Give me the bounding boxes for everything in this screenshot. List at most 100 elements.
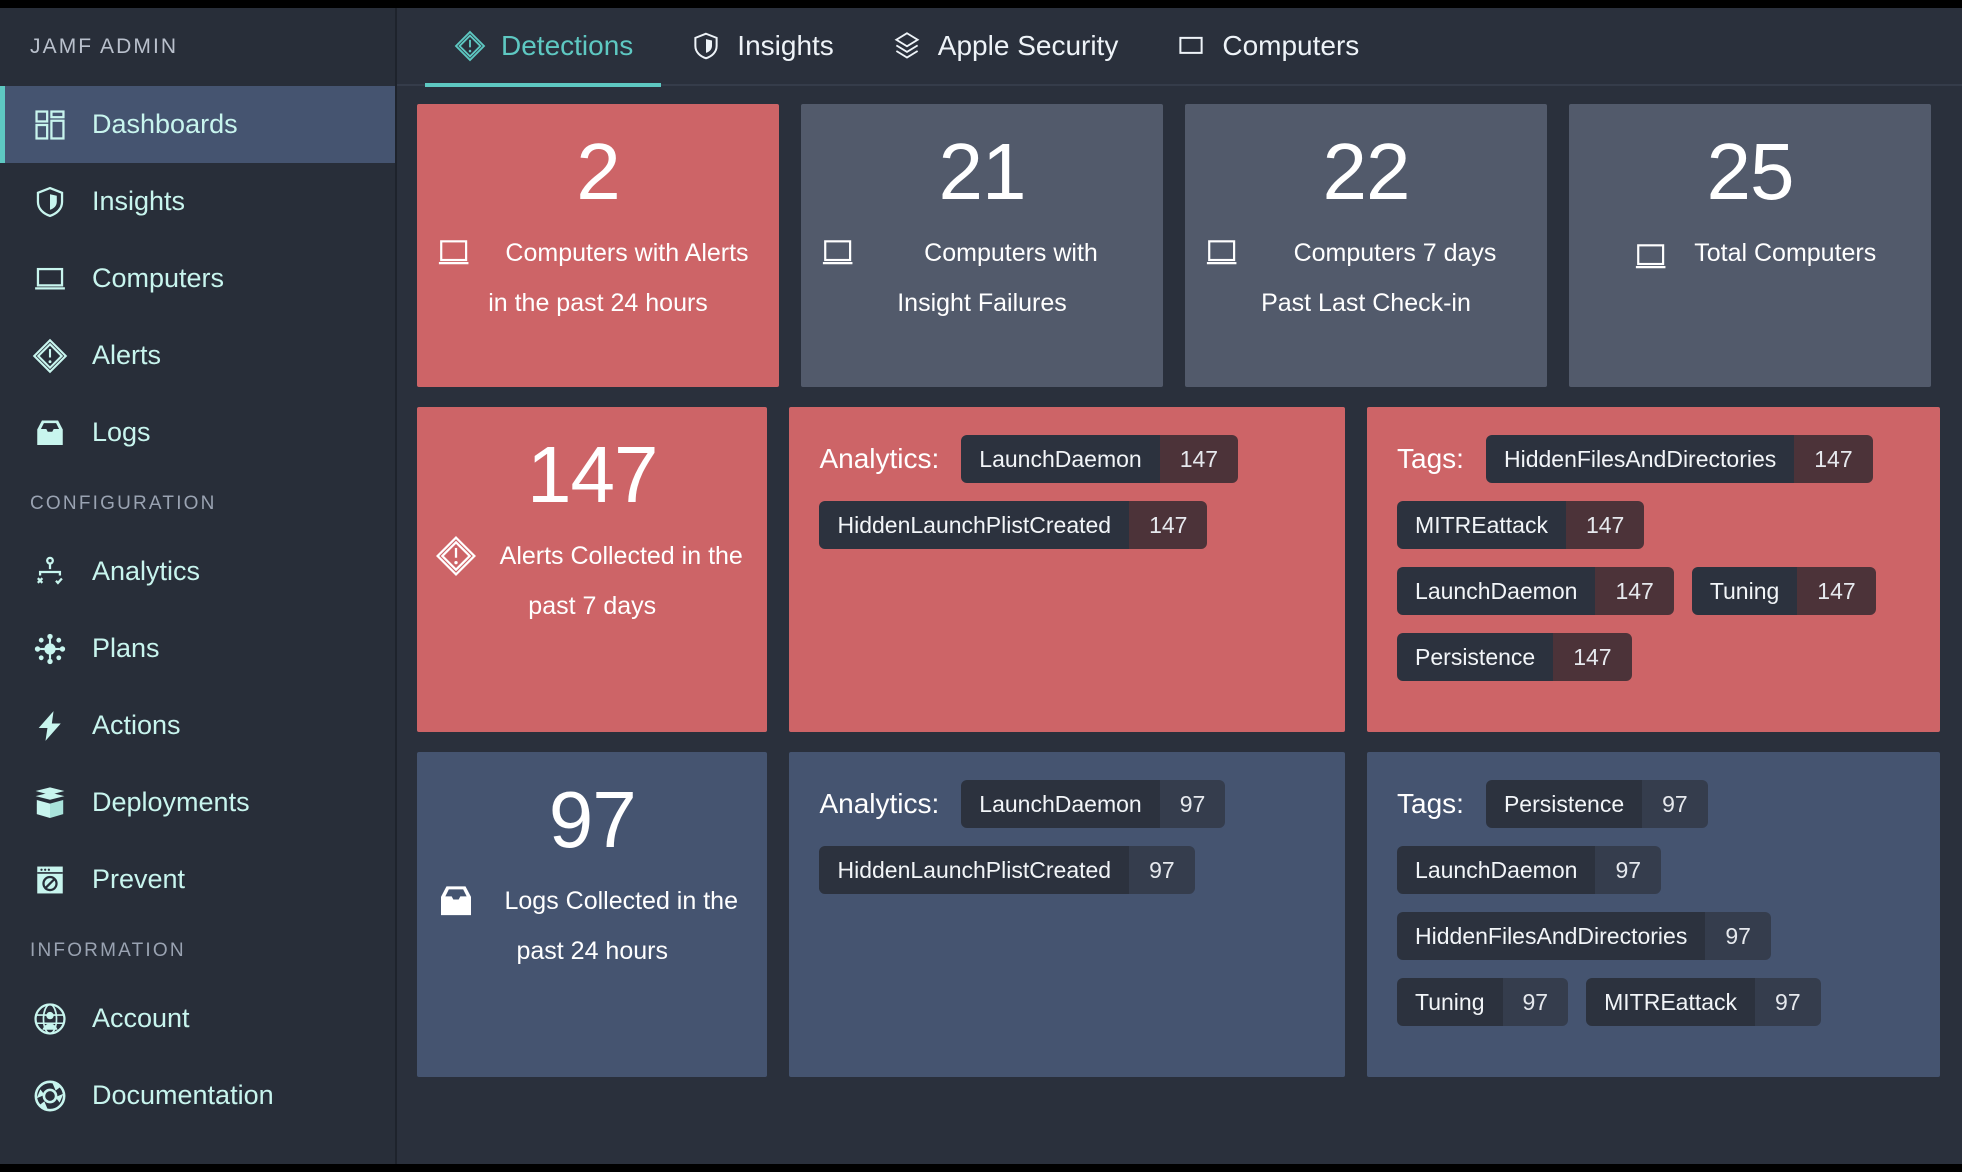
sidebar-item-label: Insights	[92, 186, 186, 216]
tag-chip[interactable]: HiddenFilesAndDirectories 97	[1397, 912, 1771, 960]
sidebar-item-actions[interactable]: Actions	[0, 687, 395, 764]
tag-chip[interactable]: LaunchDaemon 97	[1397, 846, 1662, 894]
chip-label: HiddenLaunchPlistCreated	[819, 846, 1130, 894]
chip-count: 147	[1794, 435, 1873, 483]
sidebar-item-label: Documentation	[92, 1080, 274, 1110]
tab-label: Detections	[501, 30, 634, 61]
sidebar-item-account[interactable]: Account	[0, 980, 395, 1057]
sidebar: JAMF ADMIN Dashboards Insights Computers…	[0, 8, 397, 1164]
sidebar-item-deployments[interactable]: Deployments	[0, 764, 395, 841]
chip-count: 147	[1159, 435, 1239, 483]
alerts-analytics-panel: Analytics: LaunchDaemon 147 HiddenLaunch…	[789, 407, 1346, 732]
sidebar-item-computers[interactable]: Computers	[0, 240, 395, 317]
stat-line-2: in the past 24 hours	[488, 289, 708, 317]
tab-label: Apple Security	[937, 30, 1119, 61]
stat-line-1: Computers with Alerts	[505, 239, 749, 267]
tag-chip[interactable]: Tuning 97	[1397, 978, 1569, 1026]
sidebar-item-label: Plans	[92, 633, 160, 663]
stat-card-computers-with-alerts[interactable]: 2 Computers with Alerts in the past 24 h…	[417, 104, 779, 387]
metric-description: Logs Collected in the past 24 hours	[417, 876, 767, 976]
tags-label: Tags:	[1397, 788, 1464, 819]
chip-count: 147	[1565, 501, 1645, 549]
logs-tray-icon	[30, 413, 70, 453]
metric-line-2: past 24 hours	[516, 937, 668, 965]
sidebar-item-plans[interactable]: Plans	[0, 610, 395, 687]
stat-card-row: 2 Computers with Alerts in the past 24 h…	[417, 104, 1940, 387]
sidebar-item-alerts[interactable]: Alerts	[0, 317, 395, 394]
stat-card-total-computers[interactable]: 25 Total Computers	[1569, 104, 1931, 387]
chip-count: 147	[1797, 567, 1876, 615]
tag-chip[interactable]: Tuning 147	[1691, 567, 1876, 615]
prevent-block-icon	[30, 860, 70, 900]
tab-apple-security[interactable]: Apple Security	[862, 8, 1147, 85]
stat-description: Computers with Insight Failures	[801, 228, 1163, 328]
alert-diamond-icon	[435, 536, 477, 576]
app-window: JAMF ADMIN Dashboards Insights Computers…	[0, 8, 1962, 1164]
stat-description: Total Computers	[1569, 228, 1931, 278]
sidebar-section-configuration: CONFIGURATION	[30, 493, 217, 514]
alerts-row: 147 Alerts Collected in the past 7 days	[417, 407, 1941, 732]
stat-card-past-last-checkin[interactable]: 22 Computers 7 days Past Last Check-in	[1185, 104, 1547, 387]
bolt-icon	[30, 706, 70, 746]
logs-analytics-panel: Analytics: LaunchDaemon 97 HiddenLaunchP…	[789, 752, 1346, 1077]
chip-count: 147	[1553, 633, 1632, 681]
logs-tags-panel: Tags: Persistence 97 LaunchDaemon 97 Hid…	[1367, 752, 1941, 1077]
chip-label: HiddenFilesAndDirectories	[1485, 435, 1795, 483]
metric-card-logs-collected[interactable]: 97 Logs Collected in the past 24 hours	[417, 752, 768, 1077]
chip-label: MITREattack	[1586, 978, 1756, 1026]
tag-chip[interactable]: Persistence 147	[1397, 633, 1632, 681]
stat-line-1: Computers 7 days	[1293, 239, 1497, 267]
sidebar-item-dashboards[interactable]: Dashboards	[0, 86, 395, 163]
sidebar-item-label: Computers	[92, 263, 225, 293]
stat-description: Computers 7 days Past Last Check-in	[1185, 228, 1547, 328]
sidebar-item-analytics[interactable]: Analytics	[0, 533, 395, 610]
laptop-icon	[1174, 29, 1208, 63]
main-content: Detections Insights Apple Security Compu…	[397, 8, 1962, 1164]
sidebar-item-label: Deployments	[92, 787, 250, 817]
tab-label: Insights	[737, 30, 834, 61]
tab-insights[interactable]: Insights	[661, 8, 862, 85]
tag-chip[interactable]: HiddenFilesAndDirectories 147	[1485, 435, 1873, 483]
sidebar-item-documentation[interactable]: Documentation	[0, 1057, 395, 1134]
sidebar-item-label: Prevent	[92, 864, 186, 894]
chip-label: MITREattack	[1397, 501, 1566, 549]
sidebar-item-label: Dashboards	[92, 109, 238, 139]
logs-tray-icon	[435, 881, 477, 921]
metric-description: Alerts Collected in the past 7 days	[417, 531, 767, 631]
tab-detections[interactable]: Detections	[425, 8, 662, 87]
chip-label: Persistence	[1397, 633, 1554, 681]
analytics-chip[interactable]: LaunchDaemon 147	[961, 435, 1239, 483]
sidebar-item-label: Alerts	[92, 340, 162, 370]
analytics-chip[interactable]: HiddenLaunchPlistCreated 97	[819, 846, 1195, 894]
chip-count: 97	[1705, 912, 1771, 960]
sidebar-item-label: Analytics	[92, 556, 201, 586]
chip-label: Tuning	[1691, 567, 1798, 615]
tag-chip[interactable]: MITREattack 147	[1397, 501, 1645, 549]
laptop-icon	[435, 233, 477, 273]
sidebar-item-prevent[interactable]: Prevent	[0, 841, 395, 918]
chip-label: HiddenLaunchPlistCreated	[819, 501, 1130, 549]
tag-chip[interactable]: LaunchDaemon 147	[1397, 567, 1674, 615]
alerts-tags-panel: Tags: HiddenFilesAndDirectories 147 MITR…	[1367, 407, 1941, 732]
sidebar-item-logs[interactable]: Logs	[0, 394, 395, 471]
analytics-chip[interactable]: LaunchDaemon 97	[961, 780, 1226, 828]
shield-icon	[689, 29, 723, 63]
metric-card-alerts-collected[interactable]: 147 Alerts Collected in the past 7 days	[417, 407, 768, 732]
chip-label: LaunchDaemon	[1397, 846, 1596, 894]
chip-count: 97	[1129, 846, 1195, 894]
tag-chip[interactable]: MITREattack 97	[1586, 978, 1821, 1026]
sidebar-item-label: Actions	[92, 710, 181, 740]
stat-line-2: Past Last Check-in	[1261, 289, 1471, 317]
stat-card-insight-failures[interactable]: 21 Computers with Insight Failures	[801, 104, 1163, 387]
tab-computers[interactable]: Computers	[1146, 8, 1387, 85]
laptop-icon	[1632, 237, 1674, 277]
stat-value: 21	[938, 127, 1027, 216]
chip-label: LaunchDaemon	[961, 780, 1160, 828]
chip-label: LaunchDaemon	[961, 435, 1160, 483]
logs-row: 97 Logs Collected in the past 24 hours A…	[417, 752, 1941, 1077]
sidebar-item-insights[interactable]: Insights	[0, 163, 395, 240]
analytics-label: Analytics:	[819, 443, 940, 474]
analytics-chip[interactable]: HiddenLaunchPlistCreated 147	[819, 501, 1208, 549]
shield-icon	[30, 182, 70, 222]
tag-chip[interactable]: Persistence 97	[1485, 780, 1708, 828]
